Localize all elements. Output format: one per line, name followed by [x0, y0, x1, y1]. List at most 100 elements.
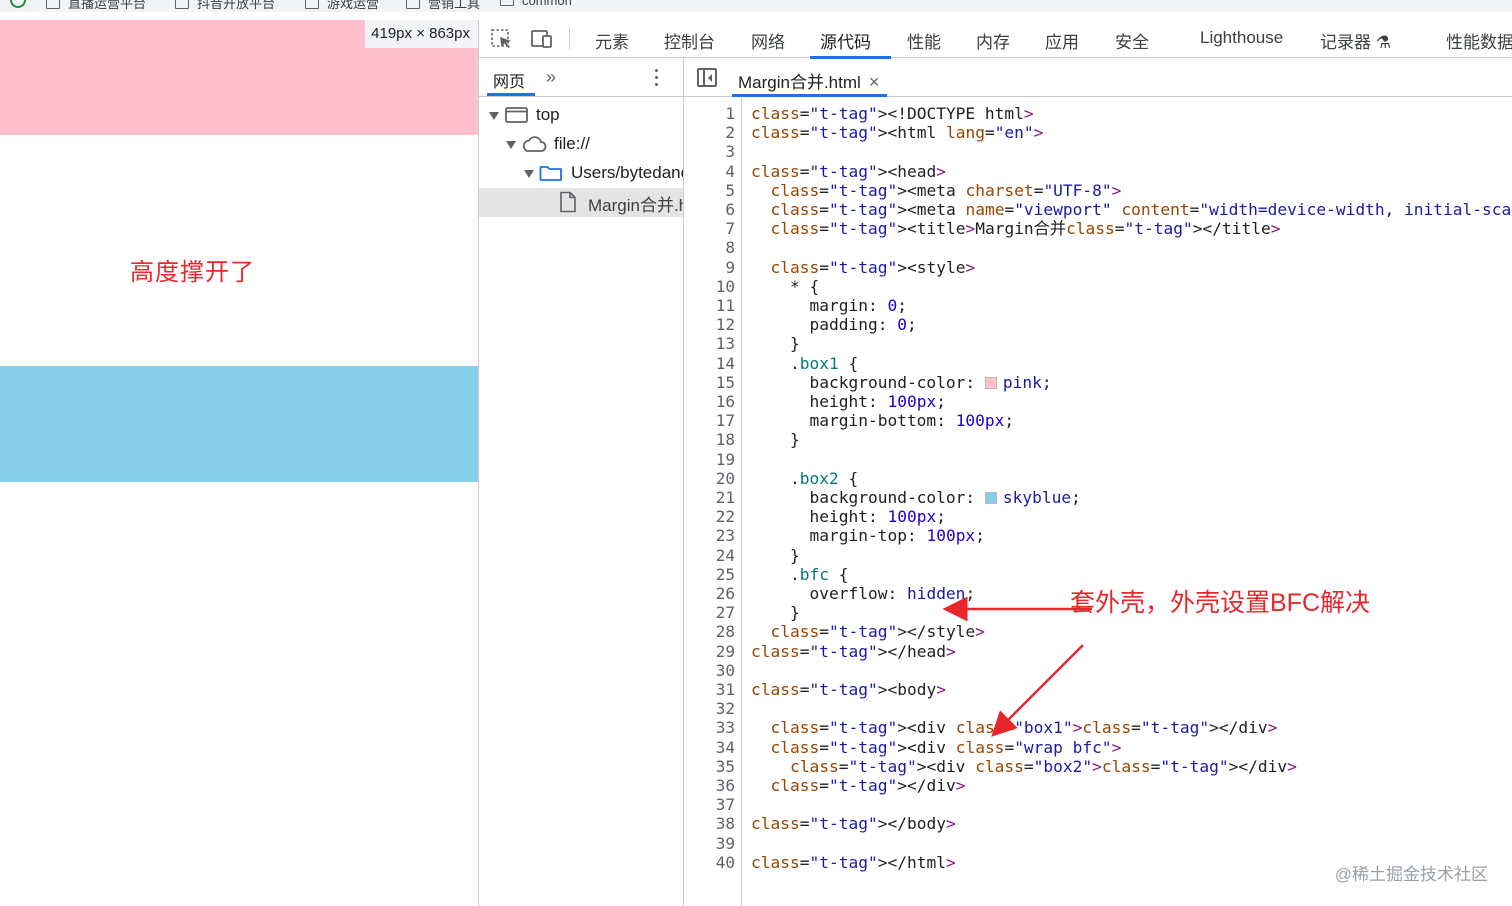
- code-line[interactable]: class="t-tag"></head>: [751, 642, 956, 661]
- line-number[interactable]: 7: [685, 219, 735, 238]
- line-number[interactable]: 22: [685, 507, 735, 526]
- tab-performance-insights[interactable]: 性能数据: [1446, 28, 1512, 53]
- bookmark-item[interactable]: 抖音开放平台: [175, 0, 275, 12]
- line-number[interactable]: 6: [685, 200, 735, 219]
- tree-item-folder[interactable]: Users/bytedance: [479, 160, 683, 189]
- line-number[interactable]: 12: [685, 315, 735, 334]
- code-line[interactable]: height: 100px;: [751, 507, 945, 526]
- code-line[interactable]: margin: 0;: [751, 296, 906, 315]
- code-line[interactable]: }: [751, 334, 800, 353]
- line-number[interactable]: 28: [685, 622, 735, 641]
- bookmark-item[interactable]: common: [500, 0, 572, 8]
- bookmark-item[interactable]: 游戏运营: [305, 0, 379, 12]
- tab-network[interactable]: 网络: [751, 28, 785, 53]
- tree-item-file-origin[interactable]: file://: [479, 131, 683, 160]
- line-number[interactable]: 36: [685, 776, 735, 795]
- code-editor[interactable]: 1 2 3 4 5 6 7 8 9 10 11 12 13 14 15 16 17 18 19 20 21 22 23 24 2…: [684, 98, 1512, 906]
- line-number[interactable]: 11: [685, 296, 735, 315]
- code-line[interactable]: .bfc {: [751, 565, 849, 584]
- line-number[interactable]: 4: [685, 162, 735, 181]
- bookmark-item[interactable]: 营销工具: [406, 0, 480, 12]
- code-line[interactable]: class="t-tag"><div class="box2">class="t…: [751, 757, 1297, 776]
- code-line[interactable]: }: [751, 430, 800, 449]
- line-number[interactable]: 14: [685, 354, 735, 373]
- line-number[interactable]: 25: [685, 565, 735, 584]
- kebab-menu-icon[interactable]: [655, 69, 659, 87]
- line-number[interactable]: 10: [685, 277, 735, 296]
- tab-performance[interactable]: 性能: [907, 28, 941, 53]
- line-number[interactable]: 2: [685, 123, 735, 142]
- code-line[interactable]: class="t-tag"><body>: [751, 680, 946, 699]
- more-tabs-icon[interactable]: »: [546, 67, 556, 88]
- code-line[interactable]: class="t-tag"><div class="wrap bfc">: [751, 738, 1122, 757]
- line-number[interactable]: 5: [685, 181, 735, 200]
- line-number[interactable]: 40: [685, 853, 735, 872]
- tab-sources[interactable]: 源代码: [820, 28, 871, 53]
- line-number[interactable]: 1: [685, 104, 735, 123]
- code-line[interactable]: .box1 {: [751, 354, 858, 373]
- line-number[interactable]: 39: [685, 834, 735, 853]
- line-number[interactable]: 35: [685, 757, 735, 776]
- line-number[interactable]: 38: [685, 814, 735, 833]
- expand-triangle-icon[interactable]: [489, 112, 499, 120]
- code-line[interactable]: .box2 {: [751, 469, 858, 488]
- code-line[interactable]: class="t-tag"></div>: [751, 776, 966, 795]
- close-tab-icon[interactable]: ×: [869, 72, 880, 92]
- inspect-element-icon[interactable]: [491, 29, 513, 49]
- line-number[interactable]: 24: [685, 546, 735, 565]
- line-number[interactable]: 17: [685, 411, 735, 430]
- line-number[interactable]: 21: [685, 488, 735, 507]
- tab-memory[interactable]: 内存: [976, 28, 1010, 53]
- tab-security[interactable]: 安全: [1115, 28, 1149, 53]
- line-number[interactable]: 16: [685, 392, 735, 411]
- line-number[interactable]: 26: [685, 584, 735, 603]
- code-line[interactable]: padding: 0;: [751, 315, 916, 334]
- line-number[interactable]: 23: [685, 526, 735, 545]
- line-number[interactable]: 37: [685, 795, 735, 814]
- line-number[interactable]: 9: [685, 258, 735, 277]
- line-number[interactable]: 30: [685, 661, 735, 680]
- code-line[interactable]: class="t-tag"></body>: [751, 814, 956, 833]
- code-line[interactable]: class="t-tag"><meta name="viewport" cont…: [751, 200, 1512, 219]
- code-line[interactable]: background-color: skyblue;: [751, 488, 1080, 507]
- toggle-navigator-icon[interactable]: [697, 68, 717, 87]
- code-line[interactable]: class="t-tag"><html lang="en">: [751, 123, 1043, 142]
- code-line[interactable]: margin-top: 100px;: [751, 526, 984, 545]
- line-number[interactable]: 18: [685, 430, 735, 449]
- line-number[interactable]: 29: [685, 642, 735, 661]
- code-line[interactable]: class="t-tag"><style>: [751, 258, 976, 277]
- navigator-tab-page[interactable]: 网页: [493, 68, 525, 92]
- tree-item-file[interactable]: Margin合并.html: [479, 188, 683, 217]
- code-line[interactable]: class="t-tag"><meta charset="UTF-8">: [751, 181, 1122, 200]
- tree-item-top[interactable]: top: [479, 102, 683, 131]
- line-number[interactable]: 20: [685, 469, 735, 488]
- code-line[interactable]: margin-bottom: 100px;: [751, 411, 1014, 430]
- line-number[interactable]: 13: [685, 334, 735, 353]
- line-number[interactable]: 8: [685, 238, 735, 257]
- tab-elements[interactable]: 元素: [595, 28, 629, 53]
- code-line[interactable]: }: [751, 603, 800, 622]
- line-number[interactable]: 27: [685, 603, 735, 622]
- expand-triangle-icon[interactable]: [506, 141, 516, 149]
- line-number[interactable]: 3: [685, 142, 735, 161]
- code-line[interactable]: }: [751, 546, 800, 565]
- code-line[interactable]: background-color: pink;: [751, 373, 1051, 392]
- code-line[interactable]: class="t-tag"></html>: [751, 853, 956, 872]
- code-line[interactable]: class="t-tag"><head>: [751, 162, 946, 181]
- line-number[interactable]: 34: [685, 738, 735, 757]
- code-line[interactable]: class="t-tag"><!DOCTYPE html>: [751, 104, 1034, 123]
- code-line[interactable]: height: 100px;: [751, 392, 945, 411]
- line-number[interactable]: 33: [685, 718, 735, 737]
- code-line[interactable]: * {: [751, 277, 819, 296]
- tab-console[interactable]: 控制台: [664, 28, 715, 53]
- line-number[interactable]: 19: [685, 450, 735, 469]
- line-number[interactable]: 15: [685, 373, 735, 392]
- reload-icon[interactable]: [10, 0, 26, 8]
- device-toolbar-icon[interactable]: [531, 29, 553, 49]
- tab-application[interactable]: 应用: [1045, 28, 1079, 53]
- expand-triangle-icon[interactable]: [524, 170, 534, 178]
- line-number[interactable]: 31: [685, 680, 735, 699]
- code-line[interactable]: class="t-tag"></style>: [751, 622, 985, 641]
- editor-file-tab[interactable]: Margin合并.html ×: [732, 59, 888, 97]
- line-number[interactable]: 32: [685, 699, 735, 718]
